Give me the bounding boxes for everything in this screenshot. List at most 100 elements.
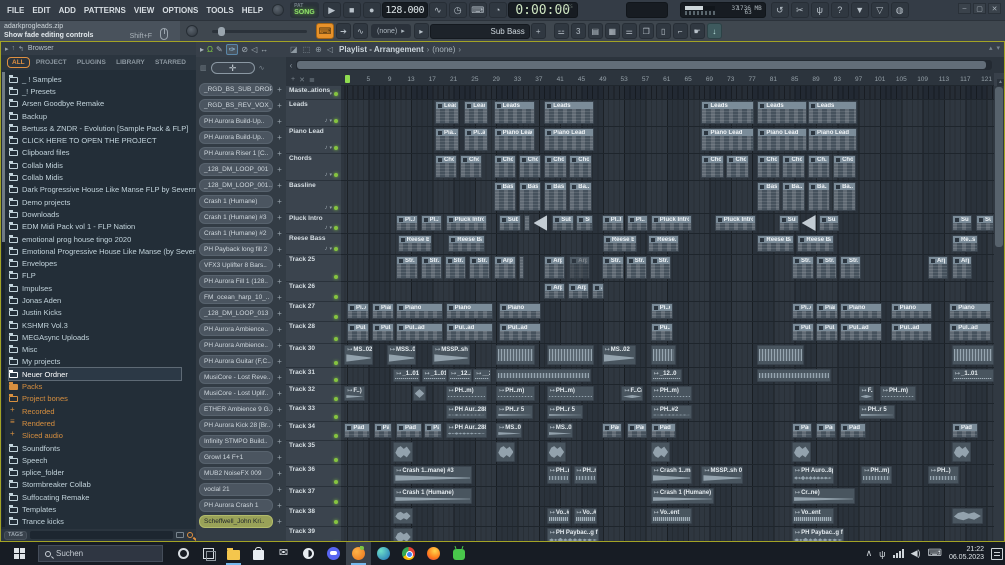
audio-clip[interactable]: ↦Crash 1..man (650, 466, 693, 484)
vertical-scrollbar[interactable] (994, 86, 1004, 541)
midi-pattern-clip[interactable]: Str..ot (792, 256, 814, 279)
audio-clip[interactable]: ↦PH..m) (546, 466, 570, 484)
pattern-selector[interactable]: Sub Bass (429, 23, 530, 39)
browser-folder-item[interactable]: My projects (9, 356, 196, 368)
docs-icon[interactable]: ▯ (655, 23, 671, 39)
picker-item-button[interactable]: VFX3 Uplifter 8 Bars.. (199, 258, 273, 272)
midi-pattern-clip[interactable]: Leads (701, 101, 754, 124)
browser-folder-item[interactable]: Collab Midis (9, 159, 196, 171)
midi-pattern-clip[interactable]: Pul..ad (347, 323, 370, 341)
midi-pattern-clip[interactable]: Pi..ad (464, 128, 489, 151)
picker-item[interactable]: _128_DM_LOOP_001 + (196, 161, 286, 177)
midi-pattern-clip[interactable]: Pul..ad (840, 323, 882, 341)
midi-pattern-clip[interactable]: Chords (518, 155, 542, 178)
midi-pattern-clip[interactable]: Pl..tro (396, 215, 418, 231)
audio-clip[interactable]: ↦PH..#2 (650, 405, 693, 419)
search-icon[interactable] (187, 532, 193, 538)
track-enabled-light[interactable] (334, 92, 338, 96)
picker-item[interactable]: _128_DM_LOOP_001.. + (196, 177, 286, 193)
audio-clip[interactable] (951, 345, 994, 365)
picker-item-button[interactable]: PH Aurora Build-Up.. (199, 130, 273, 144)
taskbar-clock[interactable]: 21:22 06.05.2023 (949, 546, 984, 562)
audio-source-icon[interactable]: + (275, 341, 284, 350)
picker-item[interactable]: PH Payback long fill 2 + (196, 241, 286, 257)
midi-pattern-clip[interactable]: Piano Lead (544, 128, 594, 151)
picker-item[interactable]: VFX3 Uplifter 8 Bars.. + (196, 257, 286, 273)
foot-icon[interactable]: ⌐ (672, 23, 688, 39)
audio-clip[interactable] (393, 442, 413, 462)
picker-item[interactable]: ETHER Ambience 9 G.. + (196, 401, 286, 417)
store-icon[interactable] (246, 542, 271, 565)
picker-item-button[interactable]: PH Payback long fill 2 (199, 242, 273, 256)
midi-pattern-clip[interactable]: Leads (808, 101, 858, 124)
midi-pattern-clip[interactable]: Su..ss (818, 215, 840, 231)
picker-item-button[interactable]: PH Aurora Guitar (F,C.. (199, 354, 273, 368)
midi-pattern-clip[interactable]: Pi..o 1 (347, 303, 370, 319)
horizontal-scrollbar[interactable] (296, 60, 992, 70)
midi-pattern-clip[interactable]: Chords (459, 155, 483, 178)
picker-item-button[interactable]: PH Aurora Build-Up.. (199, 114, 273, 128)
audio-source-icon[interactable]: + (275, 293, 284, 302)
audio-source-icon[interactable]: + (275, 373, 284, 382)
track-header[interactable]: Track 37 (286, 487, 341, 507)
browser-tab-library[interactable]: LIBRARY (112, 58, 149, 67)
track-enabled-light[interactable] (334, 480, 338, 484)
browser-folder-item[interactable]: Templates (9, 503, 196, 515)
browser-folder-item[interactable]: Downloads (9, 208, 196, 220)
audio-source-icon[interactable]: + (275, 149, 284, 158)
audio-clip[interactable]: ↦PH..m) (650, 386, 693, 401)
edge-icon[interactable] (371, 542, 396, 565)
audio-clip[interactable]: ↦MS..02 (546, 423, 573, 438)
track-header[interactable]: Reese Bass ♪ ▾ (286, 234, 341, 255)
midi-pattern-clip[interactable]: Str..ot (601, 256, 624, 279)
piano-roll-icon[interactable]: ▤ (587, 23, 603, 39)
midi-pattern-clip[interactable]: Su..ss (576, 215, 593, 231)
audio-clip[interactable]: ↦PH Paybac..g fill 2 (792, 528, 845, 541)
track-header[interactable]: Bassline ♪ ▾ (286, 181, 341, 214)
picker-item[interactable]: PH Aurora Guitar (F,C.. + (196, 353, 286, 369)
midi-pattern-clip[interactable]: Su..ss (951, 215, 973, 231)
midi-pattern-clip[interactable]: Bas..ne (518, 182, 542, 211)
track-header[interactable]: Track 38 (286, 507, 341, 527)
picker-item-button[interactable]: PH Aurora Kick 28 [Br.. (199, 418, 273, 432)
midi-pattern-clip[interactable]: Piano Lead (757, 128, 807, 151)
midi-pattern-clip[interactable]: Piano Lead (808, 128, 858, 151)
chevron-down-icon[interactable]: ▾ (329, 246, 332, 252)
midi-pattern-clip[interactable]: Arp (568, 283, 589, 299)
browser-tab-all[interactable]: ALL (7, 57, 30, 68)
playlist-icon[interactable]: ▦ (604, 23, 620, 39)
audio-source-icon[interactable]: + (275, 405, 284, 414)
picker-item[interactable]: PH Aurora Ambience.. + (196, 321, 286, 337)
picker-item-button[interactable]: _128_DM_LOOP_001 (199, 162, 273, 176)
audio-source-icon[interactable]: + (275, 357, 284, 366)
fl-studio-icon[interactable] (346, 542, 371, 565)
marker-dropdown[interactable]: (none) ▸ (371, 24, 411, 38)
midi-pattern-clip[interactable]: Leads (544, 101, 594, 124)
track-header[interactable]: Track 33 (286, 404, 341, 422)
track-enabled-light[interactable] (334, 434, 338, 438)
picker-item[interactable]: Crash 1 (Humane) #3 + (196, 209, 286, 225)
audio-clip[interactable]: ↦PH..) (927, 466, 959, 484)
picker-item-button[interactable]: _RGD_BS_REV_VOX_.. (199, 98, 273, 112)
midi-pattern-clip[interactable]: Pl..tro (626, 215, 649, 231)
audio-clip[interactable]: ↦Crash 1 (Humane) (650, 488, 714, 504)
list-icon[interactable]: ≣ (309, 76, 315, 84)
menu-item-file[interactable]: FILE (4, 4, 27, 17)
touch-controller-icon[interactable]: ⚍ (553, 23, 569, 39)
audio-clip[interactable]: ↦Vo..ent (650, 508, 693, 524)
audio-source-icon[interactable]: + (275, 485, 284, 494)
typing-keyboard-toggle[interactable]: ⌨ (316, 23, 334, 39)
playlist-lane[interactable]: Arp Arp Arp (341, 282, 994, 302)
browser-folder-item[interactable]: Dark Progressive House Like Manse FLP by… (9, 184, 196, 196)
typing-keyboard-icon[interactable]: ⌨ (468, 2, 487, 18)
track-enabled-light[interactable] (334, 247, 338, 251)
midi-pattern-clip[interactable]: Leads (464, 101, 489, 124)
audio-clip[interactable]: ↦PH Aur..288pm) (445, 405, 488, 419)
midi-pattern-clip[interactable]: Chords (833, 155, 856, 178)
chrome-icon[interactable] (396, 542, 421, 565)
audio-source-icon[interactable]: + (275, 389, 284, 398)
audio-source-icon[interactable]: + (275, 197, 284, 206)
audio-preview-icon[interactable]: ◁ (327, 45, 333, 54)
midi-pattern-clip[interactable]: Chords (544, 155, 567, 178)
audio-source-icon[interactable]: + (275, 453, 284, 462)
